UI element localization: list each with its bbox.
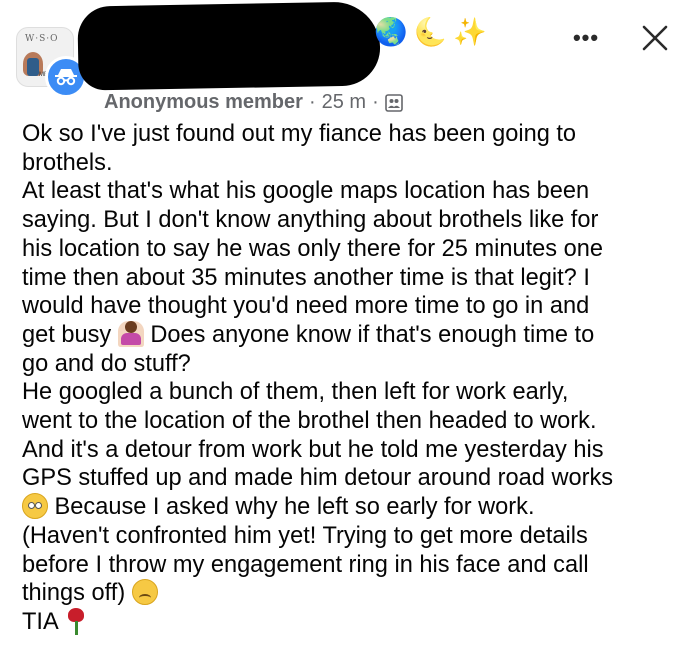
post-line: At least that's what his google maps loc… (22, 178, 590, 205)
meta-separator: · (372, 91, 379, 113)
post-line: (Haven't confronted him yet! Trying to g… (22, 522, 588, 549)
flushed-face-icon (22, 493, 48, 520)
post-body: Ok so I've just found out my fiance has … (22, 120, 692, 637)
close-button[interactable] (637, 20, 673, 56)
post-line: things off) (22, 579, 692, 608)
post-line: get busy Does anyone know if that's enou… (22, 320, 692, 350)
post-text: Because I asked why he left so early for… (48, 494, 535, 521)
post-time[interactable]: 25 m (322, 91, 366, 114)
post-text: get busy (22, 321, 112, 348)
post-line: He googled a bunch of them, then left fo… (22, 379, 569, 406)
post-line: Because I asked why he left so early for… (22, 493, 692, 522)
incognito-icon (55, 69, 77, 86)
more-options-button[interactable]: ••• (566, 24, 606, 52)
post-line: time then about 35 minutes another time … (22, 264, 590, 291)
disappointed-face-icon (131, 579, 158, 606)
post-text: TIA (22, 608, 58, 635)
post-line: went to the location of the brothel then… (22, 408, 597, 435)
group-name-emojis: 🌏 🌜 ✨ (374, 18, 487, 48)
close-icon (642, 25, 668, 51)
post-line: And it's a detour from work but he told … (22, 436, 604, 463)
post-text: things off) (22, 580, 126, 607)
group-avatar-figure-body (27, 58, 39, 76)
meta-separator: · (308, 91, 316, 113)
redacted-group-name (77, 1, 381, 91)
crescent-moon-icon: 🌜 (413, 17, 448, 48)
group-avatar-text: W·S·O (25, 34, 59, 44)
post-header: W·S·O MEMBER 🌏 🌜 ✨ ••• Anonymous mem (0, 0, 700, 120)
sparkles-icon: ✨ (453, 17, 487, 48)
post-text: Does anyone know if that's enough time t… (143, 321, 595, 348)
post-line: his location to say he was only there fo… (22, 235, 603, 262)
group-members-icon (384, 93, 403, 112)
post-line: would have thought you'd need more time … (22, 293, 590, 320)
globe-icon: 🌏 (374, 17, 408, 48)
author-name[interactable]: Anonymous member (104, 91, 303, 114)
post-line: brothels. (22, 149, 113, 176)
post-meta: Anonymous member · 25 m · (104, 91, 403, 114)
woman-shrugging-icon (117, 320, 144, 347)
post-line: GPS stuffed up and made him detour aroun… (22, 465, 614, 492)
rose-icon (64, 607, 88, 635)
post-line: before I throw my engagement ring in his… (22, 551, 589, 578)
post-line: Ok so I've just found out my fiance has … (22, 121, 577, 147)
post-line: go and do stuff? (22, 350, 191, 377)
post-line: saying. But I don't know anything about … (22, 207, 599, 234)
post-line: TIA (22, 607, 692, 637)
